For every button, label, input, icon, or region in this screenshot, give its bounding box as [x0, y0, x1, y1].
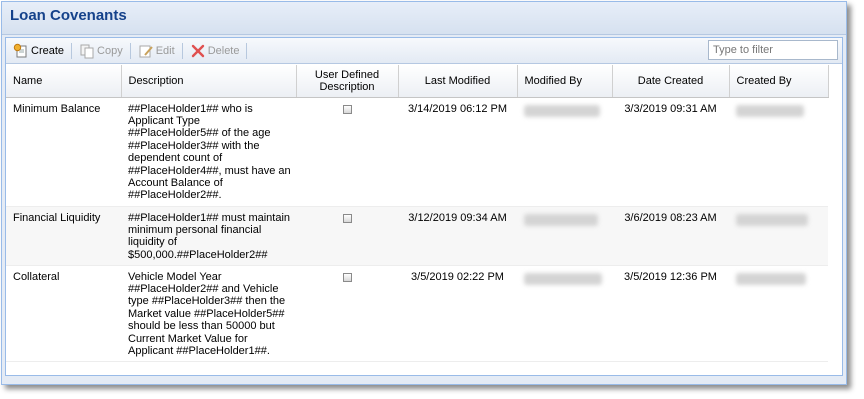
edit-label: Edit: [155, 44, 175, 57]
create-button[interactable]: Create: [10, 41, 67, 61]
toolbar-divider: [129, 42, 131, 59]
cell-description: Vehicle Model Year ##PlaceHolder2## and …: [121, 265, 296, 362]
create-icon: [13, 43, 29, 59]
copy-label: Copy: [97, 44, 123, 57]
redacted-user: [736, 104, 804, 117]
cell-created-by: [729, 206, 828, 266]
cell-description: ##PlaceHolder1## must maintain minimum p…: [121, 206, 296, 266]
redacted-user: [524, 272, 602, 285]
panel-body: Create Copy Edit Delete Type to filter N…: [5, 37, 843, 376]
cell-modified-by: [517, 97, 612, 207]
table-row[interactable]: Minimum Balance ##PlaceHolder1## who is …: [6, 97, 828, 207]
cell-date-created: 3/5/2019 12:36 PM: [612, 265, 729, 362]
column-header-user-defined[interactable]: User Defined Description: [296, 65, 399, 98]
cell-user-defined: [296, 265, 398, 362]
column-header-date-created[interactable]: Date Created: [612, 65, 730, 98]
edit-icon: [138, 43, 154, 59]
redacted-user: [524, 213, 598, 226]
delete-icon: [190, 43, 206, 59]
checkbox-icon[interactable]: [342, 104, 352, 114]
panel-header: Loan Covenants: [2, 2, 846, 35]
checkbox-icon[interactable]: [342, 272, 352, 282]
redacted-user: [736, 213, 808, 226]
cell-description: ##PlaceHolder1## who is Applicant Type #…: [121, 97, 296, 207]
redacted-user: [736, 272, 806, 285]
delete-button[interactable]: Delete: [187, 41, 243, 61]
cell-modified-by: [517, 265, 612, 362]
checkbox-icon[interactable]: [342, 213, 352, 223]
cell-created-by: [729, 265, 828, 362]
cell-user-defined: [296, 97, 398, 207]
cell-date-created: 3/3/2019 09:31 AM: [612, 97, 729, 207]
column-header-last-modified[interactable]: Last Modified: [398, 65, 518, 98]
cell-last-modified: 3/5/2019 02:22 PM: [398, 265, 517, 362]
delete-label: Delete: [207, 44, 240, 57]
toolbar-divider: [71, 42, 73, 59]
column-header-modified-by[interactable]: Modified By: [517, 65, 613, 98]
cell-date-created: 3/6/2019 08:23 AM: [612, 206, 729, 266]
cell-modified-by: [517, 206, 612, 266]
header-row: Name Description User Defined Descriptio…: [6, 65, 829, 98]
create-label: Create: [31, 44, 65, 57]
panel-title: Loan Covenants: [10, 7, 127, 24]
redacted-user: [524, 104, 600, 117]
copy-icon: [79, 43, 95, 59]
toolbar: Create Copy Edit Delete Type to filter: [6, 38, 842, 64]
column-header-description[interactable]: Description: [121, 65, 297, 98]
table-row[interactable]: Collateral Vehicle Model Year ##PlaceHol…: [6, 265, 828, 362]
table-row[interactable]: Financial Liquidity ##PlaceHolder1## mus…: [6, 206, 828, 266]
cell-user-defined: [296, 206, 398, 266]
cell-last-modified: 3/12/2019 09:34 AM: [398, 206, 517, 266]
toolbar-divider: [246, 42, 248, 59]
cell-last-modified: 3/14/2019 06:12 PM: [398, 97, 517, 207]
filter-input[interactable]: [708, 40, 838, 60]
edit-button[interactable]: Edit: [135, 41, 178, 61]
column-header-name[interactable]: Name: [6, 65, 122, 98]
cell-name: Collateral: [6, 265, 121, 362]
column-header-created-by[interactable]: Created By: [729, 65, 829, 98]
copy-button[interactable]: Copy: [76, 41, 126, 61]
toolbar-divider: [181, 42, 183, 59]
cell-name: Financial Liquidity: [6, 206, 121, 266]
cell-created-by: [729, 97, 828, 207]
covenants-grid: Name Description User Defined Descriptio…: [6, 65, 829, 362]
loan-covenants-panel: Loan Covenants Create Copy Edit Delete T…: [1, 1, 847, 385]
cell-name: Minimum Balance: [6, 97, 121, 207]
